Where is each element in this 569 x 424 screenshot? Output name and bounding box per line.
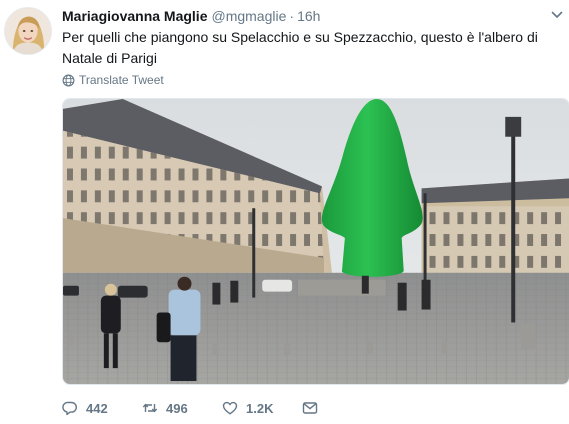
tweet-photo[interactable] (62, 98, 569, 385)
timestamp[interactable]: 16h (297, 8, 320, 24)
reply-icon (62, 400, 86, 416)
separator-dot: · (289, 8, 295, 24)
retweet-button[interactable]: 496 (142, 400, 222, 416)
tweet-actions: 442 496 1.2K (62, 398, 332, 418)
display-name[interactable]: Mariagiovanna Maglie (62, 8, 207, 24)
chevron-down-icon[interactable] (550, 8, 564, 22)
tweet-text: Per quelli che piangono su Spelacchio e … (62, 29, 538, 66)
user-handle[interactable]: @mgmaglie (211, 8, 286, 24)
tweet-header: Mariagiovanna Maglie @mgmaglie · 16h (62, 8, 320, 26)
like-count: 1.2K (246, 400, 274, 416)
translate-tweet-link[interactable]: Translate Tweet (62, 73, 164, 87)
direct-message-button[interactable] (302, 400, 332, 416)
tweet[interactable]: Mariagiovanna Maglie @mgmaglie · 16h Per… (0, 0, 569, 424)
like-button[interactable]: 1.2K (222, 400, 302, 416)
envelope-icon (302, 400, 326, 416)
avatar[interactable] (4, 7, 52, 55)
retweet-icon (142, 400, 166, 416)
reply-button[interactable]: 442 (62, 400, 142, 416)
retweet-count: 496 (166, 400, 188, 416)
reply-count: 442 (86, 400, 108, 416)
globe-icon (62, 74, 75, 87)
heart-icon (222, 400, 246, 416)
translate-label: Translate Tweet (79, 73, 164, 87)
